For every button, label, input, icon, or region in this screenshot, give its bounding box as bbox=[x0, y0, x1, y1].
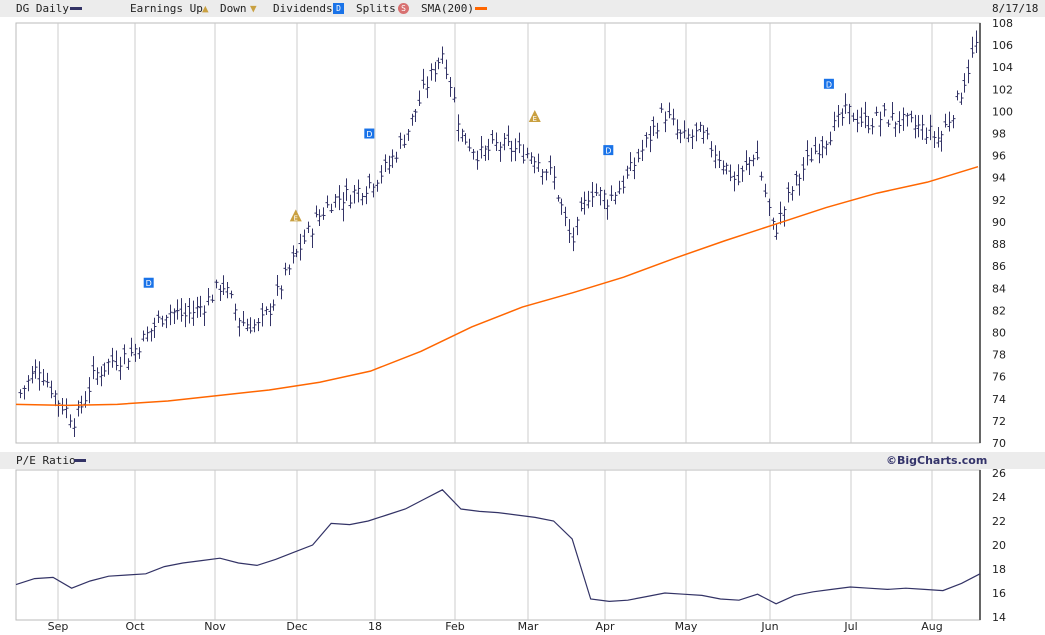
pe-y-tick-label: 22 bbox=[992, 515, 1006, 528]
y-tick-label: 78 bbox=[992, 349, 1006, 362]
x-tick-label: Aug bbox=[921, 620, 942, 633]
y-tick-label: 92 bbox=[992, 194, 1006, 207]
earnings-marker-label: E bbox=[294, 214, 298, 222]
chart-window: DG Daily Earnings Up ▲ Down ▼ Dividends … bbox=[0, 0, 1045, 635]
earnings-marker-label: E bbox=[533, 115, 537, 123]
sma-line bbox=[15, 165, 979, 407]
x-tick-label: May bbox=[675, 620, 698, 633]
dividend-marker-label: D bbox=[826, 80, 832, 89]
x-tick-label: Feb bbox=[445, 620, 464, 633]
y-tick-label: 88 bbox=[992, 238, 1006, 251]
y-tick-label: 106 bbox=[992, 39, 1013, 52]
pe-y-tick-label: 18 bbox=[992, 563, 1006, 576]
x-tick-label: Sep bbox=[48, 620, 69, 633]
y-tick-label: 84 bbox=[992, 282, 1006, 295]
dividend-marker-label: D bbox=[366, 130, 372, 139]
x-tick-label: Jul bbox=[843, 620, 857, 633]
y-tick-label: 70 bbox=[992, 437, 1006, 450]
y-tick-label: 100 bbox=[992, 105, 1013, 118]
y-tick-label: 90 bbox=[992, 216, 1006, 229]
pe-y-tick-label: 24 bbox=[992, 491, 1006, 504]
y-tick-label: 102 bbox=[992, 83, 1013, 96]
plot-frame bbox=[15, 469, 981, 621]
dividend-marker-label: D bbox=[146, 279, 152, 288]
y-tick-label: 80 bbox=[992, 326, 1006, 339]
x-tick-label: 18 bbox=[368, 620, 382, 633]
y-tick-label: 72 bbox=[992, 415, 1006, 428]
plot-frame bbox=[15, 22, 981, 444]
y-tick-label: 76 bbox=[992, 371, 1006, 384]
y-tick-label: 96 bbox=[992, 150, 1006, 163]
y-tick-label: 108 bbox=[992, 17, 1013, 30]
pe-line bbox=[15, 489, 981, 605]
x-tick-label: Dec bbox=[286, 620, 307, 633]
pe-y-tick-label: 26 bbox=[992, 467, 1006, 480]
price-bars bbox=[18, 30, 979, 438]
y-tick-label: 94 bbox=[992, 172, 1006, 185]
dividend-marker-label: D bbox=[605, 147, 611, 156]
x-tick-label: Apr bbox=[595, 620, 615, 633]
x-tick-label: Nov bbox=[204, 620, 226, 633]
y-tick-label: 82 bbox=[992, 304, 1006, 317]
x-tick-label: Mar bbox=[518, 620, 539, 633]
y-tick-label: 86 bbox=[992, 260, 1006, 273]
x-tick-label: Oct bbox=[125, 620, 145, 633]
pe-y-tick-label: 16 bbox=[992, 587, 1006, 600]
chart-canvas: 70 72 74 76 78 80 82 84 86 88 90 92 94 96 98 100 102 104 1… bbox=[15, 17, 1013, 633]
x-tick-label: Jun bbox=[760, 620, 778, 633]
pe-y-tick-label: 20 bbox=[992, 539, 1006, 552]
y-tick-label: 104 bbox=[992, 61, 1013, 74]
y-tick-label: 74 bbox=[992, 393, 1006, 406]
pe-y-tick-label: 14 bbox=[992, 611, 1006, 624]
y-tick-label: 98 bbox=[992, 128, 1006, 141]
